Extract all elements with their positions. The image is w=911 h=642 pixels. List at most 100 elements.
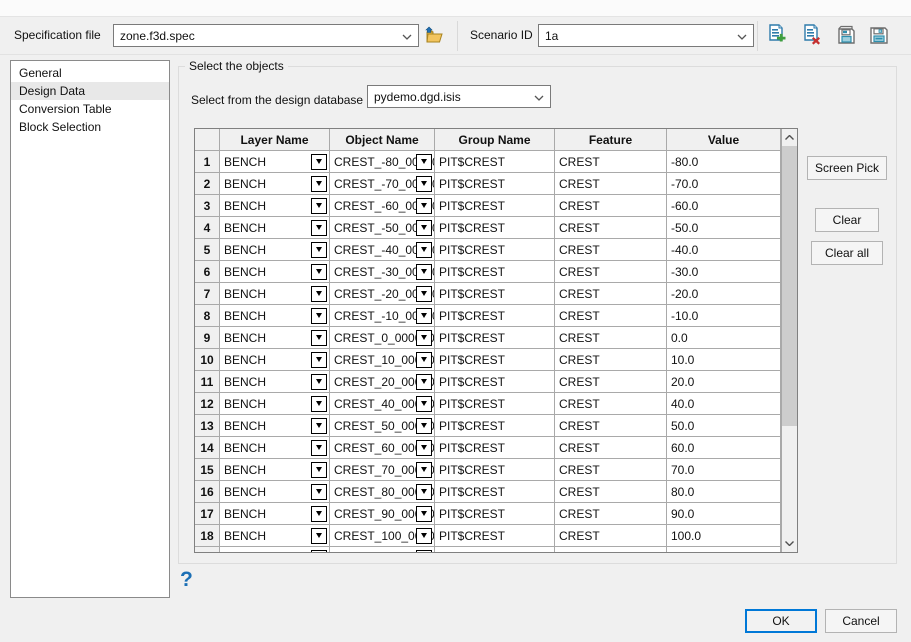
layer-dropdown-button[interactable] (311, 176, 327, 192)
value-cell[interactable]: -60.0 (667, 195, 781, 217)
object-name-cell[interactable]: CREST_-10_00000 (330, 305, 435, 327)
object-name-cell[interactable]: CREST_-70_00000 (330, 173, 435, 195)
value-cell[interactable]: 70.0 (667, 459, 781, 481)
object-name-cell[interactable]: CREST_20_000000 (330, 371, 435, 393)
object-dropdown-button[interactable] (416, 264, 432, 280)
browse-folder-button[interactable] (422, 22, 448, 50)
sidebar-item-general[interactable]: General (11, 64, 169, 82)
layer-name-cell[interactable]: BENCH (220, 415, 330, 437)
layer-name-cell[interactable]: BENCH (220, 173, 330, 195)
layer-name-cell[interactable]: BENCH (220, 151, 330, 173)
object-dropdown-button[interactable] (416, 242, 432, 258)
clear-all-button[interactable]: Clear all (811, 241, 883, 265)
layer-name-cell[interactable]: BENCH (220, 217, 330, 239)
layer-dropdown-button[interactable] (311, 330, 327, 346)
feature-cell[interactable]: CREST (555, 371, 667, 393)
feature-cell[interactable]: CREST (555, 503, 667, 525)
object-dropdown-button[interactable] (416, 484, 432, 500)
value-cell[interactable]: -40.0 (667, 239, 781, 261)
group-name-cell[interactable]: PIT$CREST (435, 547, 555, 553)
feature-cell[interactable]: CREST (555, 327, 667, 349)
feature-cell[interactable]: CREST (555, 393, 667, 415)
layer-name-cell[interactable]: BENCH (220, 327, 330, 349)
group-name-cell[interactable]: PIT$CREST (435, 415, 555, 437)
object-dropdown-button[interactable] (416, 396, 432, 412)
group-name-cell[interactable]: PIT$CREST (435, 305, 555, 327)
specification-file-combobox[interactable]: zone.f3d.spec (113, 24, 419, 47)
design-database-combobox[interactable]: pydemo.dgd.isis (367, 85, 551, 108)
value-cell[interactable]: 80.0 (667, 481, 781, 503)
object-name-cell[interactable]: CREST_0_000000 (330, 327, 435, 349)
object-dropdown-button[interactable] (416, 198, 432, 214)
group-name-cell[interactable]: PIT$CREST (435, 525, 555, 547)
value-cell[interactable]: -10.0 (667, 305, 781, 327)
feature-cell[interactable]: CREST (555, 415, 667, 437)
feature-cell[interactable]: CREST (555, 261, 667, 283)
clear-button[interactable]: Clear (815, 208, 879, 232)
object-name-cell[interactable]: CREST_-50_00000 (330, 217, 435, 239)
value-cell[interactable]: 90.0 (667, 503, 781, 525)
layer-dropdown-button[interactable] (311, 198, 327, 214)
object-dropdown-button[interactable] (416, 440, 432, 456)
delete-scenario-button[interactable] (800, 22, 826, 50)
scroll-up-icon[interactable] (782, 129, 797, 146)
object-dropdown-button[interactable] (416, 176, 432, 192)
layer-name-cell[interactable]: BENCH (220, 283, 330, 305)
value-cell[interactable]: 20.0 (667, 371, 781, 393)
feature-cell[interactable]: CREST (555, 349, 667, 371)
layer-name-cell[interactable]: BENCH (220, 393, 330, 415)
group-name-cell[interactable]: PIT$CREST (435, 195, 555, 217)
group-name-cell[interactable]: PIT$CREST (435, 393, 555, 415)
value-cell[interactable]: 110.0 (667, 547, 781, 553)
object-name-cell[interactable]: CREST_40_000000 (330, 393, 435, 415)
help-button[interactable]: ? (180, 568, 193, 592)
layer-name-cell[interactable]: BENCH (220, 305, 330, 327)
layer-name-cell[interactable]: BENCH (220, 437, 330, 459)
value-cell[interactable]: -30.0 (667, 261, 781, 283)
object-name-cell[interactable]: CREST_-80_00000 (330, 151, 435, 173)
layer-dropdown-button[interactable] (311, 242, 327, 258)
group-name-cell[interactable]: PIT$CREST (435, 503, 555, 525)
scroll-down-icon[interactable] (782, 535, 797, 552)
feature-cell[interactable]: CREST (555, 481, 667, 503)
layer-dropdown-button[interactable] (311, 528, 327, 544)
value-cell[interactable]: 100.0 (667, 525, 781, 547)
layer-dropdown-button[interactable] (311, 462, 327, 478)
layer-name-cell[interactable]: BENCH (220, 481, 330, 503)
object-name-cell[interactable]: CREST_80_000000 (330, 481, 435, 503)
value-cell[interactable]: -80.0 (667, 151, 781, 173)
group-name-cell[interactable]: PIT$CREST (435, 239, 555, 261)
object-dropdown-button[interactable] (416, 550, 432, 554)
screen-pick-button[interactable]: Screen Pick (807, 156, 887, 180)
scrollbar-thumb[interactable] (782, 146, 797, 426)
layer-name-cell[interactable]: BENCH (220, 503, 330, 525)
feature-cell[interactable]: CREST (555, 459, 667, 481)
value-cell[interactable]: -50.0 (667, 217, 781, 239)
object-dropdown-button[interactable] (416, 418, 432, 434)
object-dropdown-button[interactable] (416, 506, 432, 522)
object-dropdown-button[interactable] (416, 528, 432, 544)
layer-dropdown-button[interactable] (311, 308, 327, 324)
object-name-cell[interactable]: CREST_-40_00000 (330, 239, 435, 261)
group-name-cell[interactable]: PIT$CREST (435, 349, 555, 371)
group-name-cell[interactable]: PIT$CREST (435, 481, 555, 503)
feature-cell[interactable]: CREST (555, 173, 667, 195)
object-name-cell[interactable]: CREST_60_000000 (330, 437, 435, 459)
group-name-cell[interactable]: PIT$CREST (435, 371, 555, 393)
value-cell[interactable]: 10.0 (667, 349, 781, 371)
group-name-cell[interactable]: PIT$CREST (435, 151, 555, 173)
value-cell[interactable]: 0.0 (667, 327, 781, 349)
layer-name-cell[interactable]: BENCH (220, 525, 330, 547)
layer-dropdown-button[interactable] (311, 374, 327, 390)
layer-name-cell[interactable]: BENCH (220, 261, 330, 283)
group-name-cell[interactable]: PIT$CREST (435, 217, 555, 239)
layer-name-cell[interactable]: BENCH (220, 349, 330, 371)
group-name-cell[interactable]: PIT$CREST (435, 283, 555, 305)
feature-cell[interactable]: CREST (555, 239, 667, 261)
feature-cell[interactable]: CREST (555, 547, 667, 553)
object-name-cell[interactable]: CREST_70_000000 (330, 459, 435, 481)
feature-cell[interactable]: CREST (555, 195, 667, 217)
scenario-id-combobox[interactable]: 1a (538, 24, 754, 47)
save-scenario-button[interactable] (833, 22, 859, 50)
feature-cell[interactable]: CREST (555, 217, 667, 239)
